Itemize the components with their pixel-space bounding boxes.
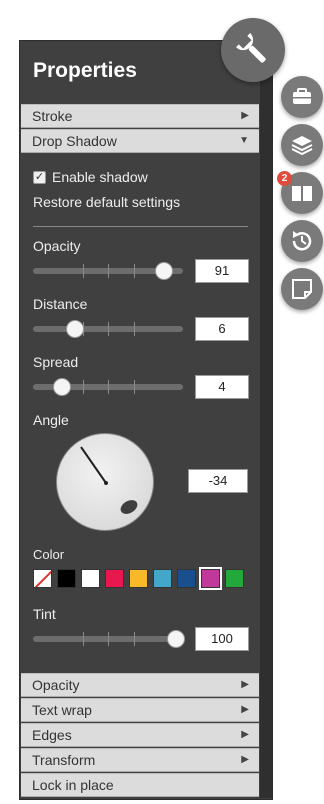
slider-tick [108, 380, 109, 394]
slider-tick [83, 632, 84, 646]
section-transform[interactable]: Transform ▶ [21, 748, 259, 772]
expand-arrow-icon: ▶ [241, 679, 249, 690]
section-lock-in-place[interactable]: Lock in place [21, 773, 259, 797]
no-color-swatch[interactable] [33, 569, 52, 588]
briefcase-button[interactable] [281, 76, 323, 118]
color-swatch[interactable] [57, 569, 76, 588]
slider-thumb[interactable] [167, 630, 185, 648]
layers-button[interactable] [281, 124, 323, 166]
color-swatch[interactable] [199, 567, 222, 590]
slider-thumb[interactable] [66, 320, 84, 338]
enable-shadow-label: Enable shadow [52, 169, 148, 185]
spread-slider[interactable] [33, 378, 183, 396]
distance-slider[interactable] [33, 320, 183, 338]
section-label: Opacity [32, 677, 80, 693]
color-swatches [33, 567, 249, 590]
spread-label: Spread [33, 354, 79, 370]
history-icon [292, 231, 312, 251]
section-label: Lock in place [32, 777, 114, 793]
shadow-preview [120, 500, 138, 514]
slider-tick [134, 264, 135, 278]
slider-tick [134, 322, 135, 336]
layers-icon [291, 136, 313, 156]
distance-label: Distance [33, 296, 88, 312]
properties-panel: Properties Stroke ▶ Drop Shadow ▼ ✓ Enab… [19, 40, 273, 800]
panel-scrollbar[interactable] [260, 63, 272, 798]
enable-shadow-row[interactable]: ✓ Enable shadow [33, 169, 148, 185]
color-swatch[interactable] [153, 569, 172, 588]
notification-badge: 2 [277, 171, 292, 186]
section-opacity[interactable]: Opacity ▶ [21, 673, 259, 697]
section-drop-shadow[interactable]: Drop Shadow ▼ [21, 129, 259, 153]
expand-arrow-icon: ▶ [241, 754, 249, 765]
tint-label: Tint [33, 606, 56, 622]
history-button[interactable] [281, 220, 323, 262]
opacity-label: Opacity [33, 238, 81, 254]
angle-input[interactable]: -34 [188, 469, 248, 493]
opacity-input[interactable]: 91 [195, 259, 249, 283]
section-label: Text wrap [32, 702, 92, 718]
color-swatch[interactable] [225, 569, 244, 588]
slider-tick [83, 380, 84, 394]
color-swatch[interactable] [81, 569, 100, 588]
slider-tick [108, 632, 109, 646]
expand-arrow-icon: ▶ [241, 729, 249, 740]
section-text-wrap[interactable]: Text wrap ▶ [21, 698, 259, 722]
section-label: Transform [32, 752, 96, 768]
section-edges[interactable]: Edges ▶ [21, 723, 259, 747]
note-icon [292, 279, 312, 299]
angle-dial-graphic [80, 446, 138, 514]
wrench-icon [236, 33, 266, 63]
slider-thumb[interactable] [53, 378, 71, 396]
distance-input[interactable]: 6 [195, 317, 249, 341]
angle-dial[interactable] [56, 433, 154, 531]
slider-tick [134, 632, 135, 646]
color-swatch[interactable] [129, 569, 148, 588]
slider-tick [134, 380, 135, 394]
tint-input[interactable]: 100 [195, 627, 249, 651]
note-button[interactable] [281, 268, 323, 310]
opacity-slider[interactable] [33, 262, 183, 280]
slider-tick [83, 264, 84, 278]
angle-label: Angle [33, 412, 69, 428]
angle-needle [80, 446, 107, 484]
section-label: Drop Shadow [32, 133, 117, 149]
spread-input[interactable]: 4 [195, 375, 249, 399]
expand-arrow-icon: ▶ [241, 110, 249, 121]
wrench-button[interactable] [221, 18, 285, 82]
slider-tick [108, 264, 109, 278]
section-stroke[interactable]: Stroke ▶ [21, 104, 259, 128]
dial-center [104, 481, 108, 485]
section-label: Edges [32, 727, 72, 743]
panel-title: Properties [33, 59, 137, 82]
enable-shadow-checkbox[interactable]: ✓ [33, 170, 46, 184]
color-swatch[interactable] [105, 569, 124, 588]
briefcase-icon [293, 88, 311, 104]
collapse-arrow-icon: ▼ [239, 135, 249, 146]
slider-tick [108, 322, 109, 336]
section-label: Stroke [32, 108, 73, 124]
expand-arrow-icon: ▶ [241, 704, 249, 715]
tint-slider[interactable] [33, 630, 185, 648]
slider-thumb[interactable] [155, 262, 173, 280]
divider [33, 226, 248, 227]
restore-defaults-link[interactable]: Restore default settings [33, 194, 180, 210]
color-label: Color [33, 547, 65, 562]
color-swatch[interactable] [177, 569, 196, 588]
